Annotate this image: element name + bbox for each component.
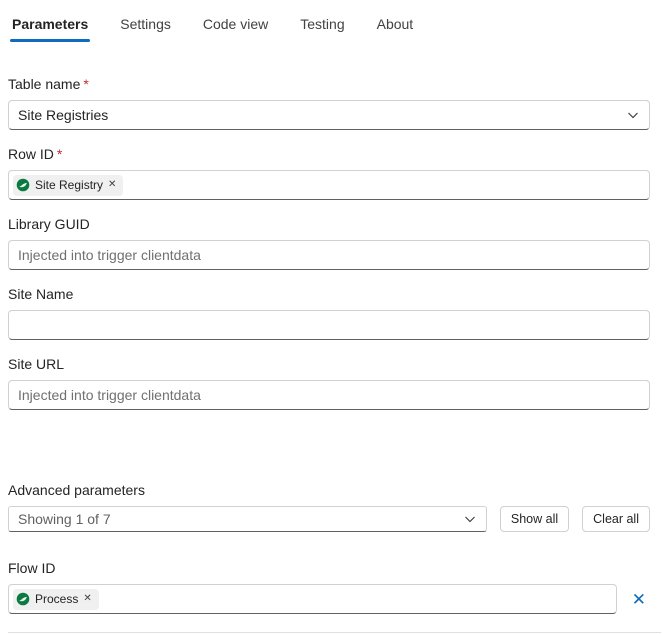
token-label: Site Registry xyxy=(35,178,104,192)
tab-settings[interactable]: Settings xyxy=(118,14,173,42)
row-id-label-text: Row ID xyxy=(8,146,54,162)
advanced-parameters-section: Advanced parameters Showing 1 of 7 Show … xyxy=(8,480,650,532)
parameters-panel: Table name * Site Registries Row ID * Site… xyxy=(0,42,669,614)
tab-bar: Parameters Settings Code view Testing Ab… xyxy=(0,0,669,42)
required-asterisk: * xyxy=(56,146,63,162)
chevron-down-icon xyxy=(626,108,640,122)
advanced-parameters-dropdown[interactable]: Showing 1 of 7 xyxy=(8,506,487,532)
row-id-label: Row ID * xyxy=(8,144,650,164)
table-name-label: Table name * xyxy=(8,74,650,94)
clear-flow-id-icon[interactable]: ✕ xyxy=(632,591,650,608)
site-name-label: Site Name xyxy=(8,286,74,302)
dismiss-icon[interactable]: ✕ xyxy=(108,180,116,190)
row-id-group: Row ID * Site Registry ✕ xyxy=(8,144,650,200)
table-name-value: Site Registries xyxy=(18,107,109,123)
library-guid-label: Library GUID xyxy=(8,216,90,232)
row-id-token[interactable]: Site Registry ✕ xyxy=(13,174,124,196)
advanced-parameters-row: Showing 1 of 7 Show all Clear all xyxy=(8,506,650,532)
flow-id-group: Flow ID Process ✕ ✕ xyxy=(8,558,650,614)
table-name-combobox[interactable]: Site Registries xyxy=(8,100,650,130)
process-icon xyxy=(16,592,30,606)
library-guid-input[interactable] xyxy=(8,240,650,270)
table-name-label-text: Table name xyxy=(8,76,81,92)
tab-parameters[interactable]: Parameters xyxy=(10,14,91,42)
flow-id-row: Process ✕ ✕ xyxy=(8,584,650,614)
tab-code-view[interactable]: Code view xyxy=(201,14,270,42)
advanced-parameters-value: Showing 1 of 7 xyxy=(18,511,111,527)
chevron-down-icon xyxy=(463,512,477,526)
advanced-parameters-label: Advanced parameters xyxy=(8,482,145,498)
flow-id-label: Flow ID xyxy=(8,560,56,576)
required-asterisk: * xyxy=(83,76,89,92)
row-id-field[interactable]: Site Registry ✕ xyxy=(8,170,650,200)
bottom-divider xyxy=(8,632,661,633)
site-name-group: Site Name xyxy=(8,284,650,340)
tab-about[interactable]: About xyxy=(375,14,416,42)
token-label: Process xyxy=(35,592,79,606)
site-name-input[interactable] xyxy=(8,310,650,340)
clear-all-button[interactable]: Clear all xyxy=(582,506,650,532)
site-url-label: Site URL xyxy=(8,356,65,372)
site-url-group: Site URL xyxy=(8,354,650,410)
tab-testing[interactable]: Testing xyxy=(298,14,346,42)
flow-id-field[interactable]: Process ✕ xyxy=(8,584,617,614)
dismiss-icon[interactable]: ✕ xyxy=(83,594,91,604)
dataverse-icon xyxy=(16,178,30,192)
flow-id-token[interactable]: Process ✕ xyxy=(13,588,99,610)
library-guid-group: Library GUID xyxy=(8,214,650,270)
site-url-input[interactable] xyxy=(8,380,650,410)
show-all-button[interactable]: Show all xyxy=(499,506,570,532)
table-name-group: Table name * Site Registries xyxy=(8,74,650,130)
